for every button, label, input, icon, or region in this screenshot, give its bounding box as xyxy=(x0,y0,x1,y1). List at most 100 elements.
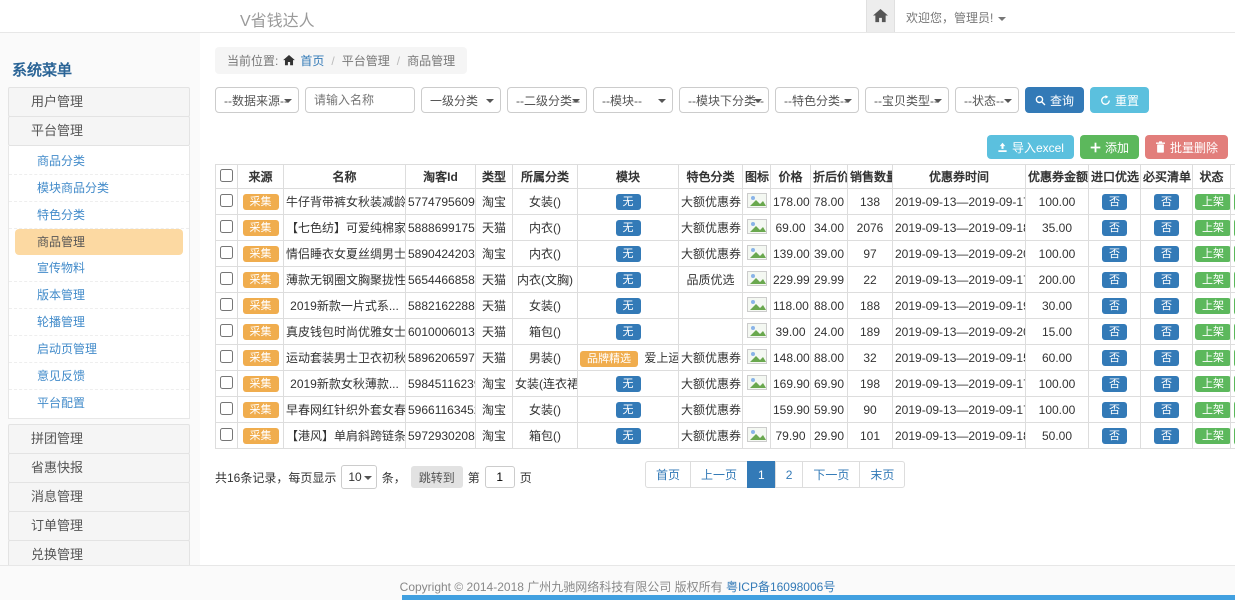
must-buy-toggle[interactable]: 否 xyxy=(1154,402,1179,418)
sidebar-subitem[interactable]: 特色分类 xyxy=(9,202,189,229)
prev-page-button[interactable]: 上一页 xyxy=(690,461,748,488)
must-buy-toggle[interactable]: 否 xyxy=(1154,246,1179,262)
level1-category-select[interactable]: 一级分类 xyxy=(421,87,501,113)
status-toggle[interactable]: 上架 xyxy=(1195,272,1231,288)
home-button[interactable] xyxy=(866,0,895,32)
must-buy-toggle[interactable]: 否 xyxy=(1154,220,1179,236)
must-buy-toggle[interactable]: 否 xyxy=(1154,298,1179,314)
first-page-button[interactable]: 首页 xyxy=(645,461,691,488)
status-toggle[interactable]: 上架 xyxy=(1195,324,1231,340)
row-checkbox[interactable] xyxy=(220,350,233,363)
name-search-input[interactable] xyxy=(305,87,415,113)
sidebar-subitem[interactable]: 商品管理 xyxy=(15,229,183,255)
sidebar-item[interactable]: 消息管理 xyxy=(8,482,190,512)
row-checkbox[interactable] xyxy=(220,298,233,311)
cell-operations xyxy=(1231,189,1235,215)
status-toggle[interactable]: 上架 xyxy=(1195,350,1231,366)
icp-link[interactable]: 粤ICP备16098006号 xyxy=(726,580,835,594)
data-source-select[interactable]: --数据来源-- xyxy=(215,87,299,113)
cell-name: 2019新款女秋薄款... xyxy=(284,371,406,397)
must-buy-toggle[interactable]: 否 xyxy=(1154,350,1179,366)
sidebar-item[interactable]: 省惠快报 xyxy=(8,453,190,483)
imported-toggle[interactable]: 否 xyxy=(1102,246,1127,262)
row-checkbox[interactable] xyxy=(220,376,233,389)
imported-toggle[interactable]: 否 xyxy=(1102,350,1127,366)
imported-toggle[interactable]: 否 xyxy=(1102,324,1127,340)
sidebar-item-user-management[interactable]: 用户管理 xyxy=(8,87,190,117)
col-status: 状态 xyxy=(1193,165,1231,189)
sidebar-item[interactable]: 拼团管理 xyxy=(8,424,190,454)
imported-toggle[interactable]: 否 xyxy=(1102,402,1127,418)
page-size-select[interactable]: 10 xyxy=(341,465,376,489)
sidebar-subitem[interactable]: 模块商品分类 xyxy=(9,175,189,202)
module-select[interactable]: --模块-- xyxy=(593,87,673,113)
status-toggle[interactable]: 上架 xyxy=(1195,402,1231,418)
row-checkbox[interactable] xyxy=(220,272,233,285)
table-row: 采集 情侣睡衣女夏丝绸男士... 589042420344 淘宝 内衣() 无 … xyxy=(216,241,1235,267)
reset-button[interactable]: 重置 xyxy=(1090,87,1149,113)
module-none-badge: 无 xyxy=(616,246,641,262)
sidebar-subitem[interactable]: 版本管理 xyxy=(9,282,189,309)
welcome-text: 欢迎您，管理员! xyxy=(906,11,993,25)
item-type-select[interactable]: --宝贝类型-- xyxy=(865,87,949,113)
page-2-button[interactable]: 2 xyxy=(775,461,804,488)
imported-toggle[interactable]: 否 xyxy=(1102,220,1127,236)
imported-toggle[interactable]: 否 xyxy=(1102,376,1127,392)
sidebar-subitem[interactable]: 平台配置 xyxy=(9,390,189,416)
status-toggle[interactable]: 上架 xyxy=(1195,428,1231,444)
sidebar-subitem[interactable]: 轮播管理 xyxy=(9,309,189,336)
search-button[interactable]: 查询 xyxy=(1025,87,1084,113)
imported-toggle[interactable]: 否 xyxy=(1102,428,1127,444)
user-menu[interactable]: 欢迎您，管理员! xyxy=(906,9,1006,26)
bottom-scrollbar[interactable] xyxy=(402,595,1235,600)
imported-toggle[interactable]: 否 xyxy=(1102,272,1127,288)
must-buy-toggle[interactable]: 否 xyxy=(1154,194,1179,210)
status-toggle[interactable]: 上架 xyxy=(1195,246,1231,262)
row-checkbox[interactable] xyxy=(220,246,233,259)
row-checkbox[interactable] xyxy=(220,428,233,441)
module-text: 爱上运动 xyxy=(644,351,678,365)
jump-page-input[interactable] xyxy=(485,466,515,488)
must-buy-toggle[interactable]: 否 xyxy=(1154,272,1179,288)
cell-feature: 大额优惠券 xyxy=(679,345,743,371)
status-toggle[interactable]: 上架 xyxy=(1195,220,1231,236)
page-1-button[interactable]: 1 xyxy=(747,461,776,488)
sidebar-subitem[interactable]: 商品分类 xyxy=(9,148,189,175)
must-buy-toggle[interactable]: 否 xyxy=(1154,428,1179,444)
module-sub-select[interactable]: --模块下分类-- xyxy=(679,87,769,113)
status-select[interactable]: --状态-- xyxy=(955,87,1019,113)
row-checkbox[interactable] xyxy=(220,220,233,233)
table-row: 采集 早春网红针织外套女春... 596611634525 淘宝 女装() 无 … xyxy=(216,397,1235,423)
breadcrumb-platform[interactable]: 平台管理 xyxy=(342,52,390,69)
status-toggle[interactable]: 上架 xyxy=(1195,194,1231,210)
import-excel-button[interactable]: 导入excel xyxy=(987,135,1074,159)
next-page-button[interactable]: 下一页 xyxy=(802,461,860,488)
sidebar-item-platform-management[interactable]: 平台管理 xyxy=(8,116,190,146)
batch-delete-button[interactable]: 批量删除 xyxy=(1145,135,1228,159)
must-buy-toggle[interactable]: 否 xyxy=(1154,376,1179,392)
row-checkbox[interactable] xyxy=(220,324,233,337)
sidebar-subitem[interactable]: 宣传物料 xyxy=(9,255,189,282)
jump-button[interactable]: 跳转到 xyxy=(411,466,463,488)
sidebar-item[interactable]: 订单管理 xyxy=(8,511,190,541)
cell-category: 女装() xyxy=(513,293,578,319)
last-page-button[interactable]: 末页 xyxy=(859,461,905,488)
status-toggle[interactable]: 上架 xyxy=(1195,376,1231,392)
level2-category-select[interactable]: --二级分类-- xyxy=(507,87,587,113)
cell-type: 天猫 xyxy=(476,215,513,241)
breadcrumb-home-link[interactable]: 首页 xyxy=(300,52,324,69)
col-discount: 折后价 xyxy=(811,165,848,189)
imported-toggle[interactable]: 否 xyxy=(1102,298,1127,314)
sidebar-subitem[interactable]: 启动页管理 xyxy=(9,336,189,363)
select-all-checkbox[interactable] xyxy=(220,169,233,182)
status-toggle[interactable]: 上架 xyxy=(1195,298,1231,314)
feature-category-select[interactable]: --特色分类-- xyxy=(775,87,859,113)
product-thumbnail xyxy=(747,323,767,338)
row-checkbox[interactable] xyxy=(220,194,233,207)
imported-toggle[interactable]: 否 xyxy=(1102,194,1127,210)
add-button[interactable]: 添加 xyxy=(1080,135,1139,159)
must-buy-toggle[interactable]: 否 xyxy=(1154,324,1179,340)
sidebar-subitem[interactable]: 意见反馈 xyxy=(9,363,189,390)
sidebar-item[interactable]: 兑换管理 xyxy=(8,540,190,565)
row-checkbox[interactable] xyxy=(220,402,233,415)
